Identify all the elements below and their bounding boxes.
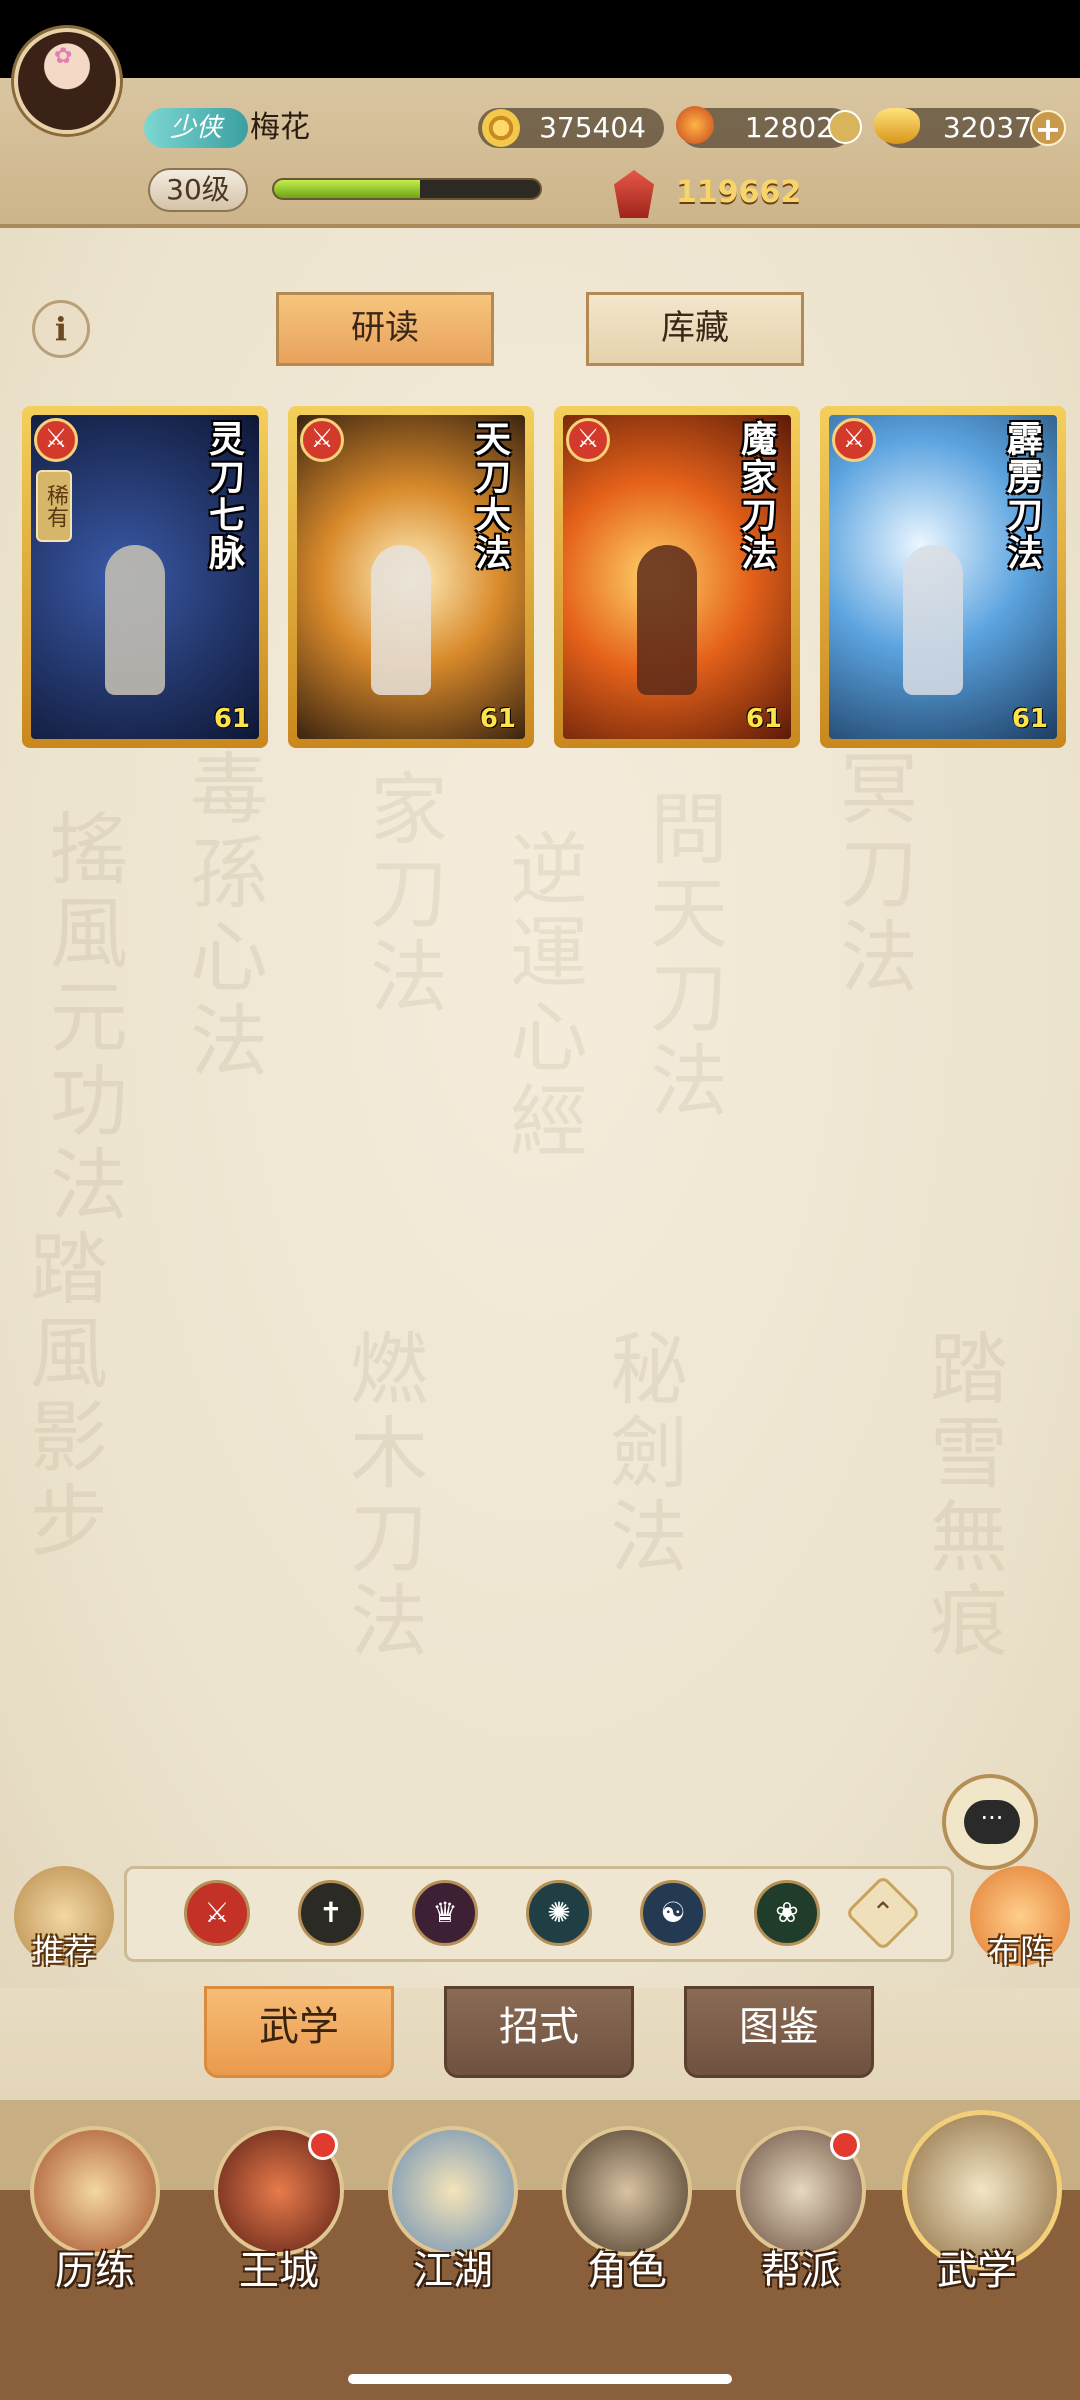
tab-martial[interactable]: 武学 <box>204 1986 394 2078</box>
nav-label: 角色 <box>587 2248 667 2294</box>
scroll-sword-icon <box>30 2126 160 2256</box>
nav-character[interactable]: 角色 <box>552 2126 702 2326</box>
tab-study[interactable]: 研读 <box>276 292 494 366</box>
player-level: 30级 <box>148 168 248 212</box>
player-avatar[interactable]: ✿ <box>14 28 120 134</box>
purple-filter-icon[interactable]: ♛ <box>412 1880 478 1946</box>
bg-calligraphy: 踏風影步 <box>16 1228 107 1564</box>
formation-label: 布阵 <box>987 1932 1052 1970</box>
card-level: 61 <box>479 704 516 734</box>
bg-calligraphy: 秘劍法 <box>596 1328 687 1580</box>
card-name: 魔家刀法 <box>735 420 777 572</box>
card-level: 61 <box>213 704 250 734</box>
chat-bubble-icon: ··· <box>964 1800 1020 1844</box>
flower-icon: ✿ <box>54 44 73 69</box>
bg-calligraphy: 冥刀法 <box>826 748 917 1000</box>
info-button[interactable]: i <box>32 300 90 358</box>
skill-card[interactable]: ⚔ 天刀大法 61 <box>288 406 534 748</box>
blue-filter-icon[interactable]: ☯ <box>640 1880 706 1946</box>
card-level: 61 <box>1011 704 1048 734</box>
card-level: 61 <box>745 704 782 734</box>
bg-calligraphy: 毒孫心法 <box>176 748 267 1084</box>
bg-calligraphy: 問天刀法 <box>636 788 727 1124</box>
tab-storage[interactable]: 库藏 <box>586 292 804 366</box>
character-figure <box>637 544 697 695</box>
notification-badge <box>830 2130 860 2160</box>
notification-badge <box>308 2130 338 2160</box>
blade-emblem-icon: ⚔ <box>832 418 876 462</box>
skill-card[interactable]: ⚔ 稀有 灵刀七脉 61 <box>22 406 268 748</box>
card-name: 天刀大法 <box>469 420 511 572</box>
recommend-label: 推荐 <box>31 1932 96 1970</box>
add-gold-button[interactable]: + <box>1030 110 1066 146</box>
recommend-button[interactable]: 推荐 <box>14 1866 114 1970</box>
tab-catalog[interactable]: 图鉴 <box>684 1986 874 2078</box>
skill-card[interactable]: ⚔ 魔家刀法 61 <box>554 406 800 748</box>
card-name: 霹雳刀法 <box>1001 420 1043 572</box>
bg-calligraphy: 逆運心經 <box>496 828 587 1164</box>
copper-coin-icon <box>482 109 520 147</box>
home-indicator[interactable] <box>348 2374 732 2384</box>
flame-icon <box>676 106 714 144</box>
formation-button[interactable]: 布阵 <box>970 1866 1070 1970</box>
nav-label: 江湖 <box>413 2248 493 2294</box>
hat-character-icon <box>562 2126 692 2256</box>
blade-emblem-icon: ⚔ <box>300 418 344 462</box>
card-name: 灵刀七脉 <box>203 420 245 572</box>
bg-calligraphy: 踏雪無痕 <box>916 1328 1007 1664</box>
player-title-tag: 少侠 <box>144 108 248 148</box>
xp-bar-fill <box>274 180 421 198</box>
nav-royal-city[interactable]: 王城 <box>204 2126 354 2326</box>
nav-jianghu[interactable]: 江湖 <box>378 2126 528 2326</box>
skill-card[interactable]: ⚔ 霹雳刀法 61 <box>820 406 1066 748</box>
nav-label: 历练 <box>55 2248 135 2294</box>
character-figure <box>371 544 431 695</box>
nav-label: 帮派 <box>761 2248 841 2294</box>
bg-calligraphy: 搖風元功法 <box>36 808 127 1228</box>
chat-button[interactable]: ··· <box>942 1774 1038 1870</box>
status-bar <box>0 0 1080 78</box>
combat-power: 119662 <box>676 175 802 210</box>
jianghu-icon <box>388 2126 518 2256</box>
dark-filter-icon[interactable]: ✝ <box>298 1880 364 1946</box>
silver-stack-icon <box>828 110 862 144</box>
bg-calligraphy: 燃木刀法 <box>336 1328 427 1664</box>
nav-guild[interactable]: 帮派 <box>726 2126 876 2326</box>
nav-training[interactable]: 历练 <box>20 2126 170 2326</box>
bg-calligraphy: 家刀法 <box>356 768 447 1020</box>
xp-bar <box>272 178 542 200</box>
player-name: 梅花 <box>250 110 310 145</box>
tab-moves[interactable]: 招式 <box>444 1986 634 2078</box>
blade-emblem-icon: ⚔ <box>34 418 78 462</box>
nav-martial-arts[interactable]: 武学 <box>902 2110 1062 2326</box>
nav-label: 武学 <box>937 2248 1017 2294</box>
character-figure <box>105 544 165 695</box>
red-filter-icon[interactable]: ⚔ <box>184 1880 250 1946</box>
green-filter-icon[interactable]: ❀ <box>754 1880 820 1946</box>
blade-emblem-icon: ⚔ <box>566 418 610 462</box>
teal-filter-icon[interactable]: ✺ <box>526 1880 592 1946</box>
rare-badge: 稀有 <box>36 470 72 542</box>
nav-label: 王城 <box>239 2248 319 2294</box>
character-figure <box>903 544 963 695</box>
gold-ingot-icon <box>874 108 920 144</box>
